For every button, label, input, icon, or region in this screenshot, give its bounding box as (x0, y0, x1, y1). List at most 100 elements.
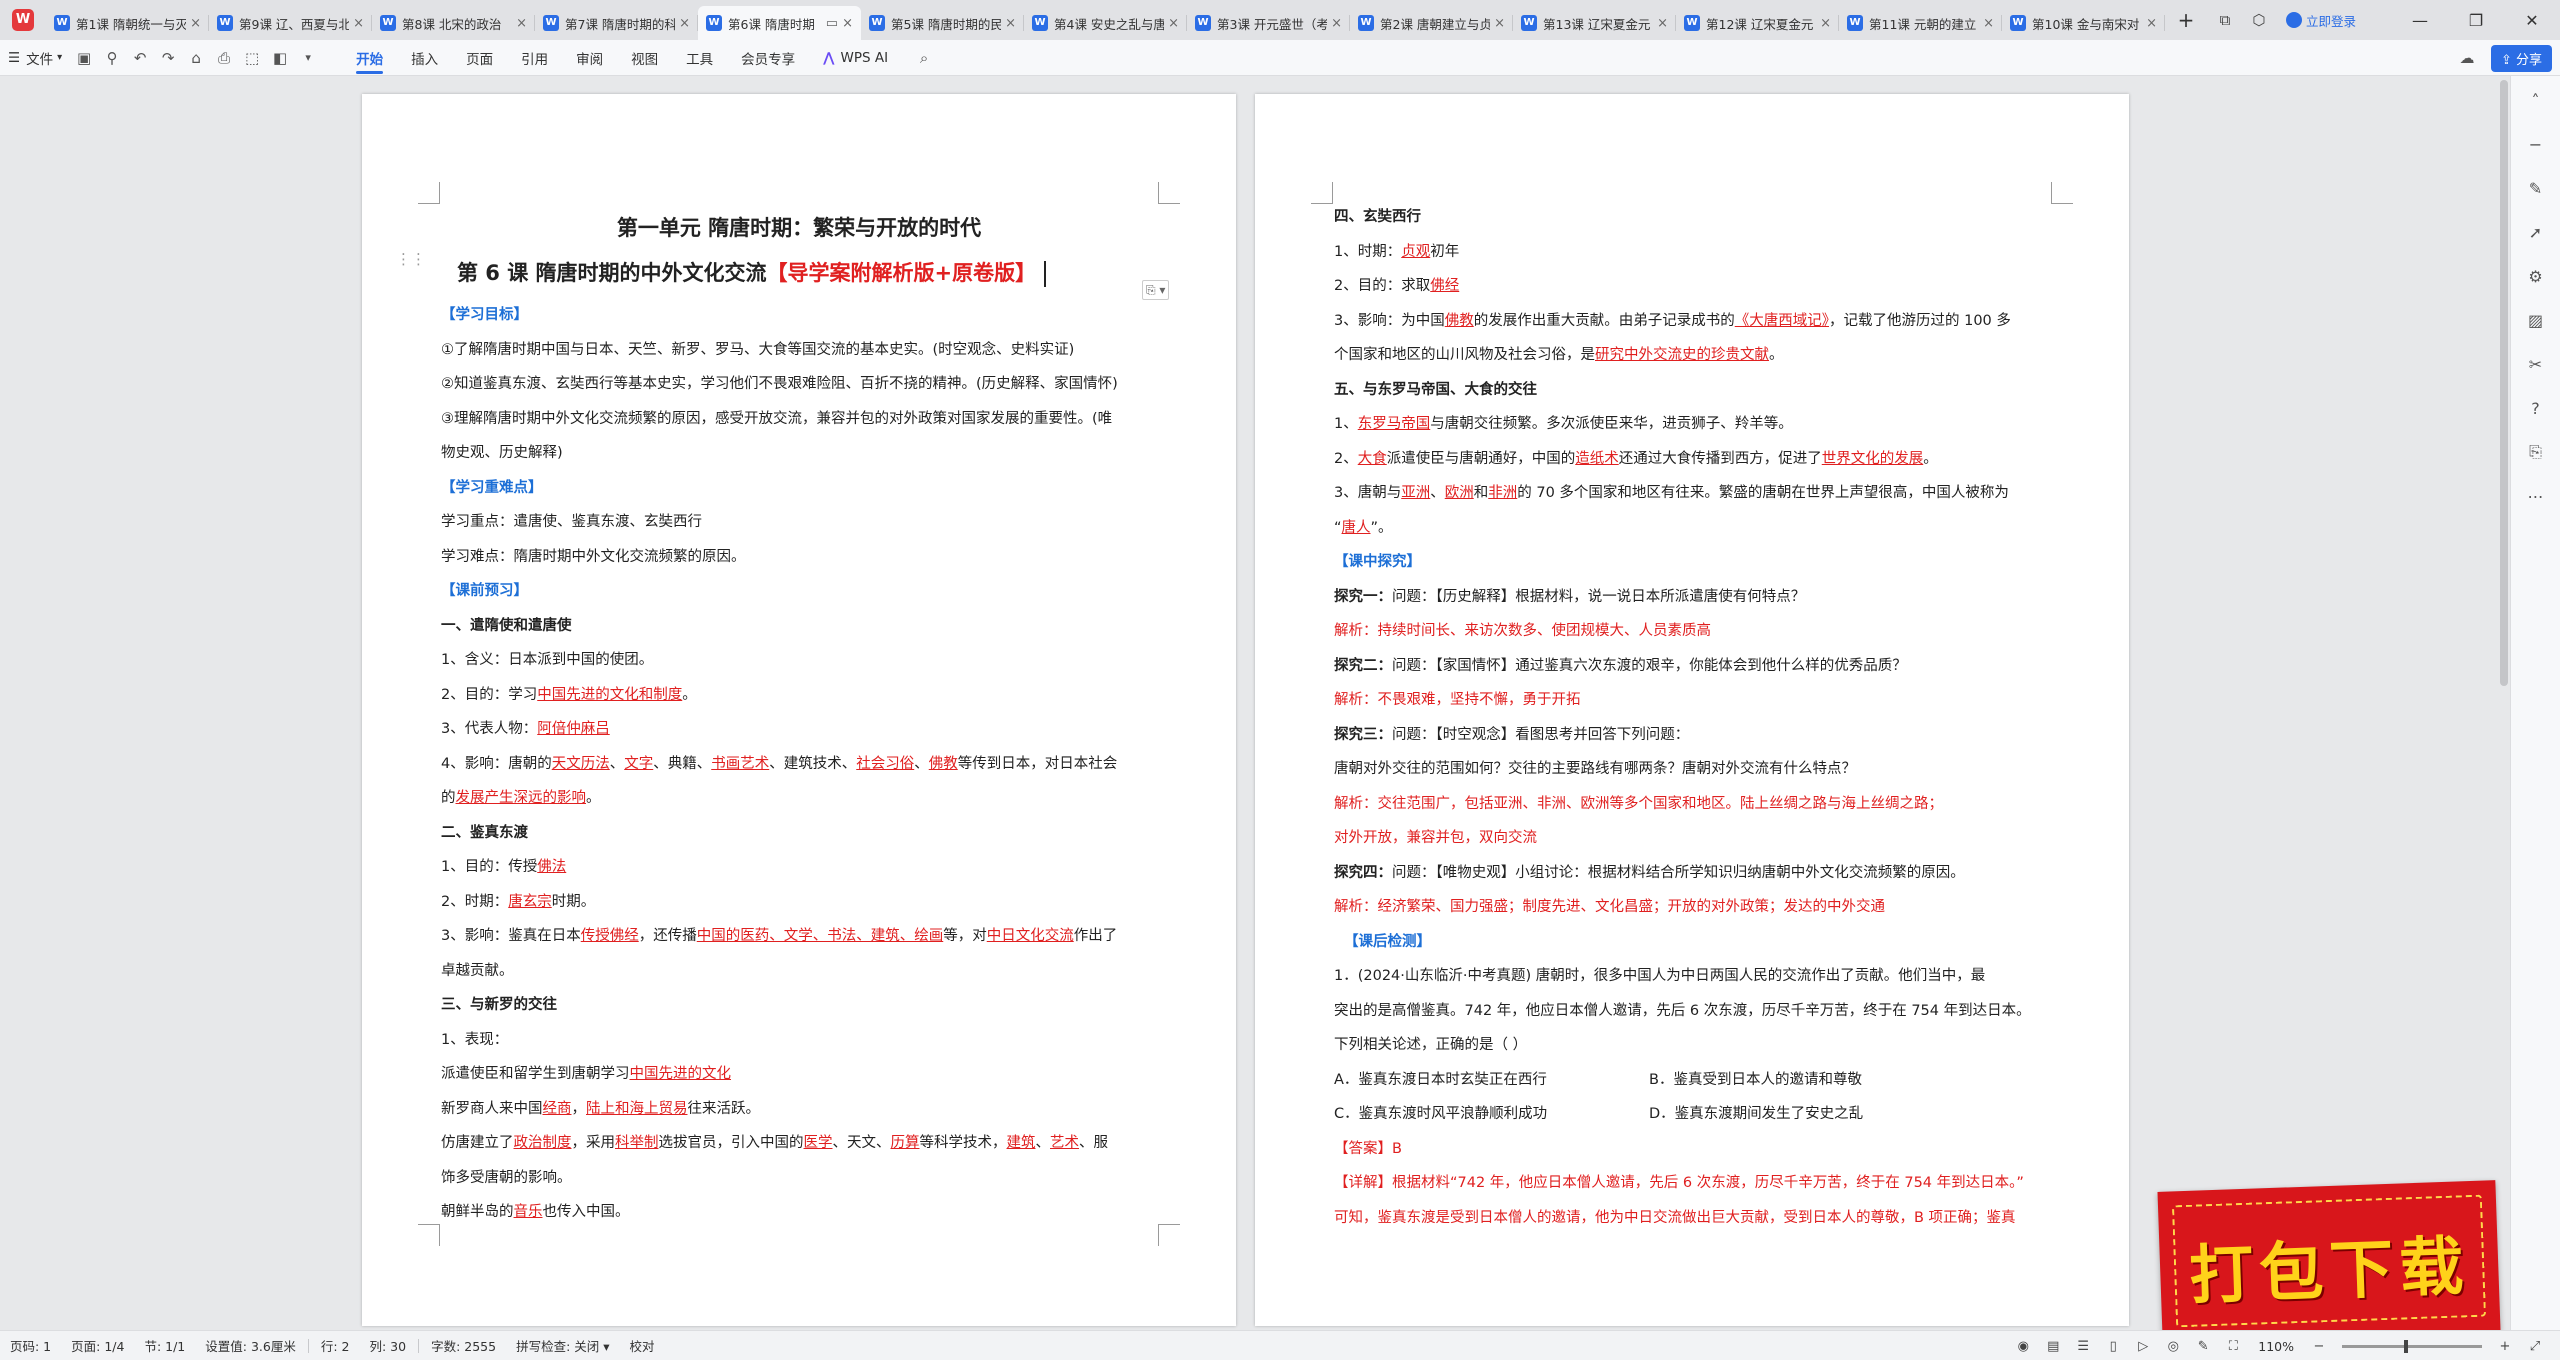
close-icon[interactable]: × (679, 16, 690, 31)
doc-tab[interactable]: W 第3课 开元盛世（考 × (1187, 6, 1350, 40)
shape-icon[interactable]: ◧ (266, 49, 294, 67)
save-icon[interactable]: ▣ (70, 49, 98, 67)
zoom-slider[interactable] (2342, 1339, 2482, 1353)
word-doc-icon: W (1358, 15, 1374, 31)
section-heading: 【课后检测】 (1344, 933, 1431, 950)
doc-tab[interactable]: W 第10课 金与南宋对 × (2002, 6, 2165, 40)
collapse-icon[interactable]: ˄ (2511, 80, 2560, 120)
zoom-out-icon[interactable]: − (2304, 1339, 2334, 1354)
tab-review[interactable]: 审阅 (562, 40, 617, 76)
close-icon[interactable]: × (190, 16, 201, 31)
drag-handle-icon[interactable]: ⋮⋮ (396, 250, 426, 268)
close-icon[interactable]: × (1331, 16, 1342, 31)
close-icon[interactable]: × (1820, 16, 1831, 31)
hamburger-icon: ☰ (8, 49, 21, 66)
titlebar-right: ⧉ ⬡ 立即登录 — ❐ ✕ (2208, 0, 2560, 40)
wps-window: W W第1课 隋朝统一与灭亡× W第9课 辽、西夏与北宋× W第8课 北宋的政治… (0, 0, 2560, 1360)
doc-tab[interactable]: W 第4课 安史之乱与唐 × (1024, 6, 1187, 40)
search-icon[interactable]: ⌕ (910, 49, 938, 67)
fit-page-icon[interactable]: ⛶ (2218, 1339, 2248, 1354)
web-view-icon[interactable]: ◎ (2158, 1339, 2188, 1354)
word-doc-icon: W (706, 15, 722, 31)
read-view-icon[interactable]: ▯ (2098, 1339, 2128, 1354)
format-painter-icon[interactable]: ⌂ (182, 49, 210, 67)
doc-tab[interactable]: W第7课 隋唐时期的科技× (535, 6, 698, 40)
login-button[interactable]: 立即登录 (2285, 11, 2356, 30)
fullscreen-icon[interactable]: ⤢ (2520, 1339, 2550, 1354)
close-icon[interactable]: × (1657, 16, 1668, 31)
close-icon[interactable]: × (842, 16, 853, 31)
vertical-scrollbar[interactable] (2500, 80, 2508, 686)
tab-home[interactable]: 开始 (342, 40, 397, 76)
tab-reference[interactable]: 引用 (507, 40, 562, 76)
pen-icon[interactable]: ✎ (2511, 168, 2560, 208)
share-button[interactable]: ⇪ 分享 (2490, 44, 2552, 72)
doc-tab[interactable]: W 第8课 北宋的政治 × (372, 6, 535, 40)
undo-icon[interactable]: ↶ (126, 49, 154, 67)
document-page-2[interactable]: 四、玄奘西行 1、时期：贞观初年 2、目的：求取佛经 3、影响：为中国佛教的发展… (1255, 94, 2129, 1326)
tab-insert[interactable]: 插入 (397, 40, 452, 76)
doc-tab[interactable]: W 第11课 元朝的建立 × (1839, 6, 2002, 40)
edit-icon[interactable]: ✎ (2188, 1339, 2218, 1354)
tab-tools[interactable]: 工具 (672, 40, 727, 76)
section-heading: 【学习重难点】 (441, 479, 543, 496)
close-icon[interactable]: × (1983, 16, 1994, 31)
tools-icon[interactable]: ✂ (2511, 344, 2560, 384)
doc-tab[interactable]: W 第2课 唐朝建立与贞 × (1350, 6, 1513, 40)
doc-tab[interactable]: W第9课 辽、西夏与北宋× (209, 6, 372, 40)
cursor-icon[interactable]: ➚ (2511, 212, 2560, 252)
minimize-button[interactable]: — (2392, 11, 2448, 30)
close-icon[interactable]: × (1168, 16, 1179, 31)
help-icon[interactable]: ? (2511, 388, 2560, 428)
outline-view-icon[interactable]: ☰ (2068, 1339, 2098, 1354)
cube-icon[interactable]: ⬡ (2242, 11, 2276, 29)
close-icon[interactable]: × (1494, 16, 1505, 31)
page-1-content: 第一单元 隋唐时期：繁荣与开放的时代 第 6 课 隋唐时期的中外文化交流【导学案… (441, 204, 1157, 1230)
close-window-button[interactable]: ✕ (2504, 11, 2560, 30)
more-chevron-icon[interactable]: ▾ (294, 51, 322, 64)
zoom-level[interactable]: 110% (2248, 1339, 2304, 1354)
play-icon[interactable]: ▷ (2128, 1339, 2158, 1354)
tab-member[interactable]: 会员专享 (727, 40, 809, 76)
search-doc-icon[interactable]: ⚲ (98, 49, 126, 67)
status-right: ◉ ▤ ☰ ▯ ▷ ◎ ✎ ⛶ 110% − + ⤢ (2008, 1331, 2550, 1360)
export-pdf-icon[interactable]: ⬚ (238, 49, 266, 67)
window-layout-icon[interactable]: ⧉ (2208, 11, 2242, 29)
tab-view[interactable]: 视图 (617, 40, 672, 76)
document-page-1[interactable]: ⋮⋮ ⎘ ▾ 第一单元 隋唐时期：繁荣与开放的时代 第 6 课 隋唐时期的中外文… (362, 94, 1236, 1326)
monitor-icon[interactable]: ▭ (826, 16, 838, 31)
cloud-sync-icon[interactable]: ☁ (2453, 49, 2481, 67)
doc-tab[interactable]: W第1课 隋朝统一与灭亡× (46, 6, 209, 40)
close-icon[interactable]: × (353, 16, 364, 31)
doc-tab[interactable]: W 第12课 辽宋夏金元 × (1676, 6, 1839, 40)
restore-button[interactable]: ❐ (2448, 11, 2504, 30)
eye-protection-icon[interactable]: ◉ (2008, 1339, 2038, 1354)
settings-sliders-icon[interactable]: ⚙ (2511, 256, 2560, 296)
more-icon[interactable]: ⋯ (2511, 476, 2560, 516)
wps-logo[interactable]: W (0, 0, 46, 40)
close-icon[interactable]: × (1005, 16, 1016, 31)
wps-ai-button[interactable]: ⋀ WPS AI (809, 50, 902, 66)
page-view-icon[interactable]: ▤ (2038, 1339, 2068, 1354)
status-bar: 页码: 1 页面: 1/4 节: 1/1 设置值: 3.6厘米 行: 2 列: … (0, 1330, 2560, 1360)
new-tab-button[interactable]: + (2165, 8, 2207, 32)
lesson-title: 第 6 课 隋唐时期的中外文化交流【导学案附解析版+原卷版】 (441, 248, 1157, 298)
option-a: A．鉴真东渡日本时玄奘正在西行 (1334, 1071, 1547, 1088)
spell-check-toggle[interactable]: 拼写检查: 关闭 ▾ (506, 1336, 619, 1355)
tab-page[interactable]: 页面 (452, 40, 507, 76)
download-package-banner[interactable]: 打包下载 (2157, 1180, 2501, 1342)
zoom-in-icon[interactable]: + (2490, 1339, 2520, 1354)
close-icon[interactable]: × (2146, 16, 2157, 31)
doc-tab[interactable]: W第5课 隋唐时期的民族× (861, 6, 1024, 40)
print-icon[interactable]: ⎙ (210, 49, 238, 67)
redo-icon[interactable]: ↷ (154, 49, 182, 67)
share-doc-icon[interactable]: ⎘ (2511, 432, 2560, 472)
doc-tab-active[interactable]: W 第6课 隋唐时期 ▭ × (698, 6, 861, 40)
close-icon[interactable]: × (516, 16, 527, 31)
minus-icon[interactable]: − (2511, 124, 2560, 164)
menu-button[interactable]: ☰ 文件 ▾ (0, 40, 70, 76)
word-doc-icon: W (1684, 15, 1700, 31)
word-doc-icon: W (380, 15, 396, 31)
doc-tab[interactable]: W 第13课 辽宋夏金元 × (1513, 6, 1676, 40)
image-icon[interactable]: ▨ (2511, 300, 2560, 340)
